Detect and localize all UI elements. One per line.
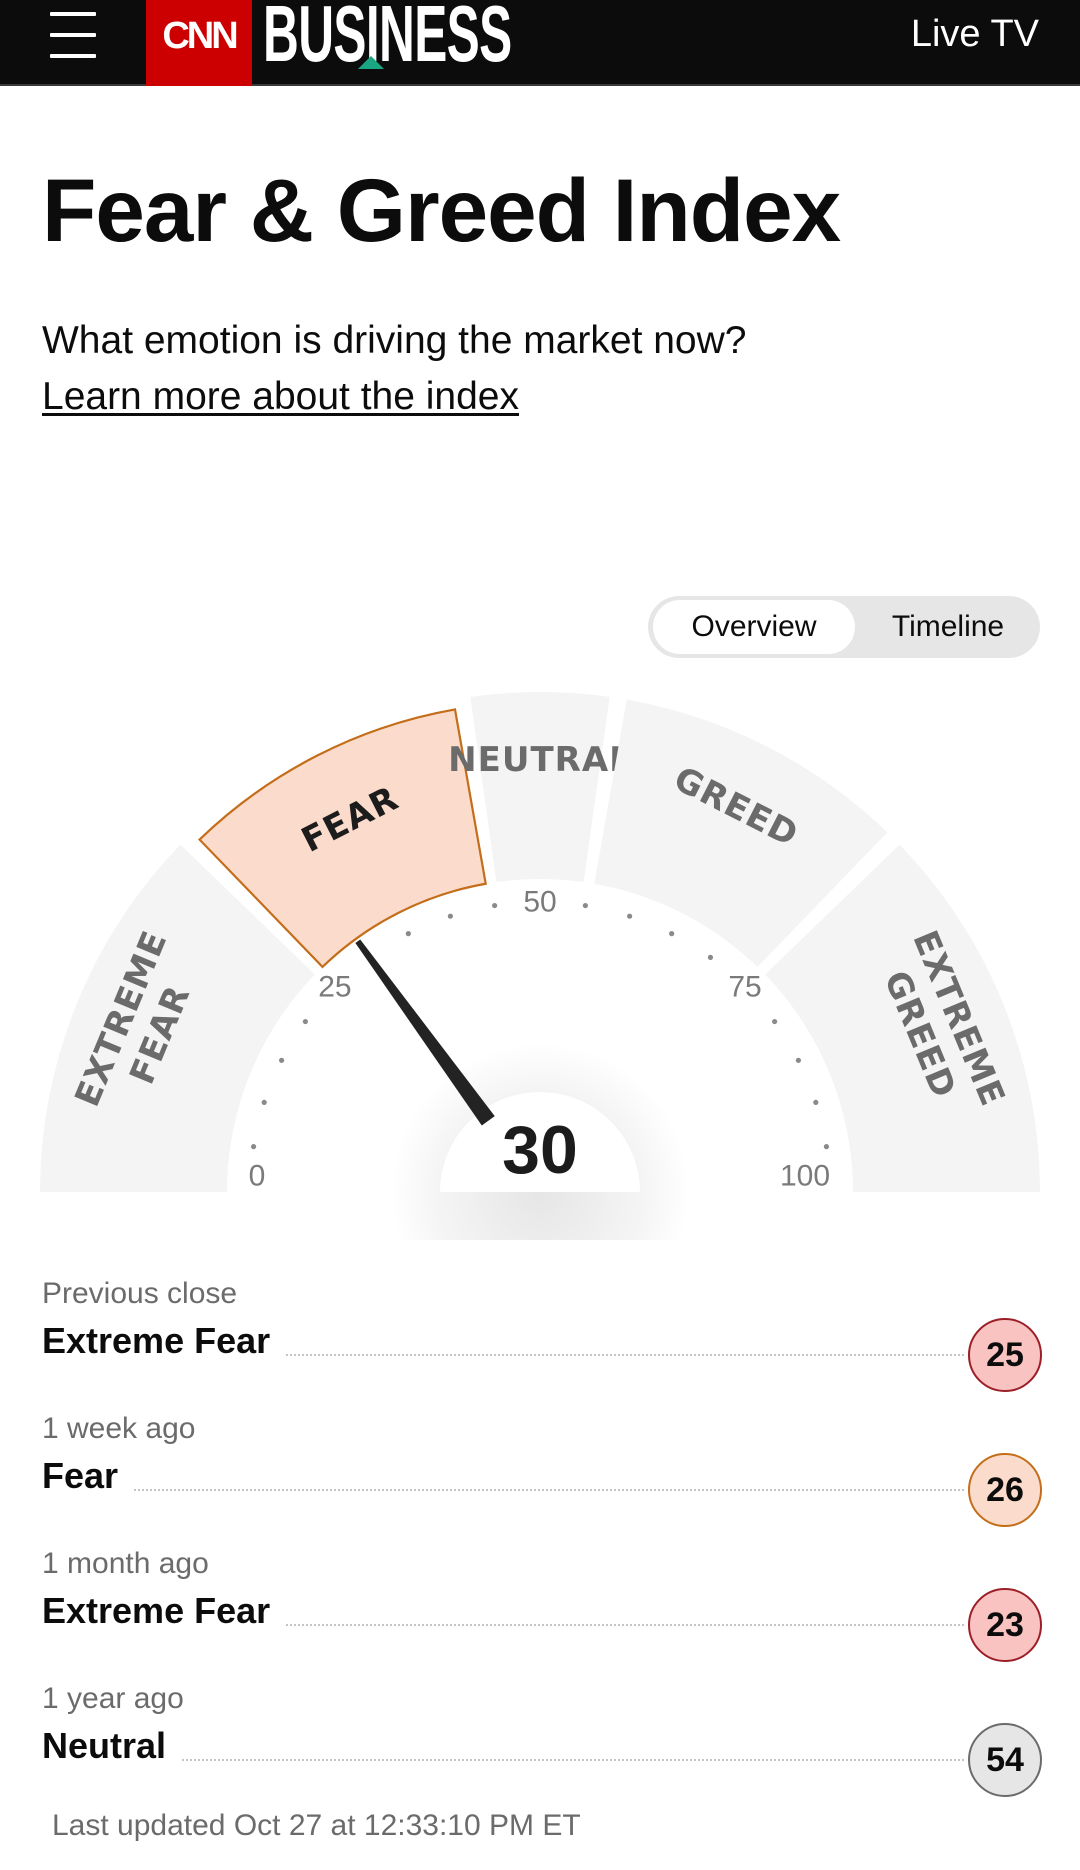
gauge-tick-dot — [279, 1057, 285, 1063]
gauge-tick-dot — [627, 913, 633, 919]
history-score-badge: 26 — [968, 1453, 1042, 1527]
gauge-tick-dot — [582, 902, 588, 909]
gauge-tick-dot — [823, 1144, 830, 1150]
history-dotted-leader — [42, 1489, 964, 1491]
history-period-label: 1 month ago — [42, 1547, 209, 1580]
gauge-tick-dot — [492, 902, 498, 909]
history-score-badge: 54 — [968, 1723, 1042, 1797]
gauge-tick-dot — [669, 931, 675, 937]
history-dotted-leader — [42, 1759, 964, 1761]
gauge-segment-neutral — [470, 692, 610, 883]
menu-line — [50, 12, 96, 16]
gauge-tick-dot — [707, 954, 714, 960]
learn-more-link[interactable]: Learn more about the index — [42, 374, 519, 420]
gauge-tick-dot — [447, 913, 453, 919]
gauge-tick-dot — [813, 1099, 819, 1105]
history-row: 1 week ago Fear 26 — [42, 1403, 1042, 1538]
gauge-tick-dot — [261, 1099, 267, 1105]
gauge-tick-label: 50 — [523, 886, 556, 919]
history-row: 1 month ago Extreme Fear 23 — [42, 1538, 1042, 1673]
history-row: 1 year ago Neutral 54 — [42, 1673, 1042, 1808]
tab-timeline[interactable]: Timeline — [863, 600, 1033, 654]
history-rating: Extreme Fear — [42, 1590, 285, 1632]
gauge-tick-label: 0 — [249, 1160, 266, 1193]
gauge-tick-label: 100 — [780, 1160, 830, 1193]
hamburger-menu-icon[interactable] — [50, 12, 96, 58]
history-period-label: 1 year ago — [42, 1682, 184, 1715]
cnn-logo-text: CNN — [162, 15, 238, 57]
gauge-value: 30 — [502, 1112, 578, 1188]
gauge-tick-dot — [405, 931, 411, 937]
gauge-tick-dot — [772, 1018, 778, 1025]
business-logo-text: BUSINESS — [263, 0, 512, 78]
gauge-tick-dot — [250, 1144, 257, 1150]
tab-overview[interactable]: Overview — [653, 600, 855, 654]
history-score-badge: 25 — [968, 1318, 1042, 1392]
history-period-label: 1 week ago — [42, 1412, 196, 1445]
history-list: Previous close Extreme Fear 25 1 week ag… — [42, 1268, 1042, 1808]
business-triangle-icon — [358, 56, 384, 69]
page-subtitle: What emotion is driving the market now? — [42, 319, 747, 362]
view-toggle: Overview Timeline — [648, 596, 1040, 658]
gauge-tick-label: 25 — [318, 970, 351, 1003]
menu-line — [50, 33, 96, 37]
history-score-badge: 23 — [968, 1588, 1042, 1662]
gauge-tick-label: 75 — [728, 970, 761, 1003]
top-navigation-bar: CNN BUSINESS Live TV — [0, 0, 1080, 86]
cnn-business-logo[interactable]: CNN BUSINESS — [146, 0, 664, 86]
fear-greed-gauge: EXTREMEFEARFEARNEUTRAL GREEDEXTREMEGREED … — [40, 692, 1040, 1240]
history-row: Previous close Extreme Fear 25 — [42, 1268, 1042, 1403]
cnn-logo-box: CNN — [146, 0, 252, 86]
history-period-label: Previous close — [42, 1277, 238, 1310]
page-title: Fear & Greed Index — [42, 160, 841, 260]
history-rating: Neutral — [42, 1725, 181, 1767]
last-updated-text: Last updated Oct 27 at 12:33:10 PM ET — [52, 1809, 581, 1842]
gauge-segment-label: NEUTRAL — [448, 740, 632, 780]
menu-line — [50, 54, 96, 58]
gauge-tick-dot — [302, 1018, 308, 1025]
live-tv-link[interactable]: Live TV — [911, 13, 1039, 55]
gauge-tick-dot — [795, 1057, 801, 1063]
history-rating: Extreme Fear — [42, 1320, 285, 1362]
history-rating: Fear — [42, 1455, 133, 1497]
